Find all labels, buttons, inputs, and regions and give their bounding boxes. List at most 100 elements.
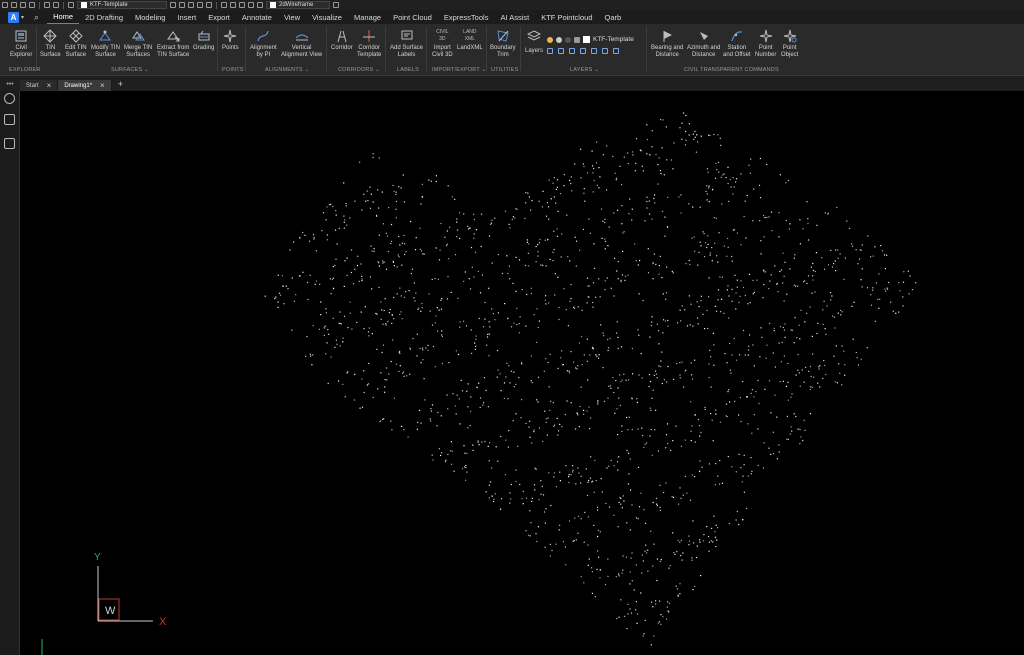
grading-button[interactable]: Grading <box>193 29 214 52</box>
structure-panel-icon[interactable] <box>4 138 15 149</box>
undo-icon[interactable] <box>44 2 50 8</box>
print-icon[interactable] <box>574 36 580 43</box>
edit-tin-surface-label: Edit TIN Surface <box>65 45 87 58</box>
open-icon[interactable] <box>11 2 17 8</box>
group-label-layers[interactable]: LAYERS ⌄ <box>570 67 599 73</box>
alignment-by-pi-button[interactable]: Alignment by PI <box>250 29 277 58</box>
extract-from-tin-surface-button[interactable]: Extract from TIN Surface <box>157 29 189 58</box>
corridor-template-label: Corridor Template <box>357 45 382 58</box>
divider <box>63 1 64 9</box>
tool-icon[interactable] <box>206 2 212 8</box>
tab-modeling[interactable]: Modeling <box>129 10 171 24</box>
save-icon[interactable] <box>20 2 26 8</box>
layer-tool-icon[interactable] <box>613 48 619 54</box>
tab-2d-drafting[interactable]: 2D Drafting <box>79 10 129 24</box>
merge-tin-surfaces-label: Merge TIN Surfaces <box>124 45 153 58</box>
landxml-button[interactable]: LAND XML LandXML <box>457 29 483 52</box>
edit-tin-surface-icon <box>69 29 83 43</box>
tool-icon[interactable] <box>179 2 185 8</box>
tab-view[interactable]: View <box>278 10 306 24</box>
drawing-canvas[interactable]: W Y X <box>21 91 1024 655</box>
visual-style-select[interactable]: 2dWireframe <box>266 1 330 9</box>
redo-icon[interactable] <box>53 2 59 8</box>
divider <box>217 27 218 71</box>
tab-expresstools[interactable]: ExpressTools <box>438 10 495 24</box>
tab-annotate[interactable]: Annotate <box>236 10 278 24</box>
layer-state-icon[interactable] <box>68 2 74 8</box>
station-and-offset-button[interactable]: Station and Offset <box>723 29 751 58</box>
modify-tin-surface-button[interactable]: Modify TIN Surface <box>91 29 120 58</box>
tab-qarb[interactable]: Qarb <box>599 10 628 24</box>
tab-insert[interactable]: Insert <box>171 10 202 24</box>
boundary-trim-label: Boundary Trim <box>490 45 516 58</box>
tab-ktf-pointcloud[interactable]: KTF Pointcloud <box>535 10 598 24</box>
view-icon[interactable] <box>257 2 263 8</box>
boundary-trim-button[interactable]: Boundary Trim <box>490 29 516 58</box>
lightbulb-icon[interactable] <box>547 36 553 43</box>
group-label-alignments[interactable]: ALIGNMENTS ⌄ <box>265 67 309 73</box>
tool-icon[interactable] <box>197 2 203 8</box>
close-icon[interactable]: × <box>100 81 105 90</box>
layer-tool-icon[interactable] <box>558 48 564 54</box>
layer-tool-icon[interactable] <box>580 48 586 54</box>
point-object-icon <box>783 29 797 43</box>
sun-icon[interactable] <box>556 36 562 43</box>
more-icon[interactable]: ••• <box>0 81 20 91</box>
layers-button[interactable]: Layers <box>525 29 543 55</box>
tab-manage[interactable]: Manage <box>348 10 387 24</box>
point-object-button[interactable]: Point Object <box>781 29 798 58</box>
corridor-button[interactable]: Corridor <box>331 29 353 52</box>
group-label-corridors[interactable]: CORRIDORS ⌄ <box>338 67 380 73</box>
layer-selector[interactable]: KTF-Template <box>547 36 634 43</box>
tool-icon[interactable] <box>188 2 194 8</box>
application-button[interactable]: A <box>8 11 19 23</box>
search-icon[interactable]: ⌕ <box>34 12 39 23</box>
layer-tool-icon[interactable] <box>602 48 608 54</box>
divider <box>486 27 487 71</box>
points-button[interactable]: Points <box>222 29 239 52</box>
points-icon <box>224 29 237 43</box>
tin-surface-button[interactable]: TIN Surface <box>40 29 61 58</box>
azimuth-and-distance-label: Azimuth and Distance <box>687 45 721 58</box>
lock-icon[interactable] <box>565 36 571 43</box>
chevron-down-icon[interactable]: ▾ <box>21 14 24 21</box>
corridor-template-button[interactable]: Corridor Template <box>357 29 381 58</box>
vertical-alignment-view-button[interactable]: Vertical Alignment View <box>281 29 322 58</box>
merge-tin-surfaces-button[interactable]: Merge TIN Surfaces <box>124 29 152 58</box>
group-label-import-export[interactable]: IMPORT/EXPORT ⌄ <box>432 67 486 73</box>
tab-point-cloud[interactable]: Point Cloud <box>387 10 438 24</box>
bearing-and-distance-button[interactable]: Bearing and Distance <box>651 29 683 58</box>
doc-tab-drawing1[interactable]: Drawing1* × <box>58 80 112 91</box>
view-icon[interactable] <box>239 2 245 8</box>
tool-icon[interactable] <box>170 2 176 8</box>
view-icon[interactable] <box>248 2 254 8</box>
doc-tab-start[interactable]: Start × <box>20 80 59 91</box>
ucs-w-label: W <box>105 605 116 617</box>
workspace-select[interactable]: KTF-Template <box>77 1 167 9</box>
properties-panel-icon[interactable] <box>4 114 15 125</box>
view-icon[interactable] <box>221 2 227 8</box>
visual-style-value: 2dWireframe <box>279 2 314 8</box>
import-civil-3d-button[interactable]: CIVIL 3D Import Civil 3D <box>432 29 453 58</box>
add-surface-labels-button[interactable]: Add Surface Labels <box>390 29 423 58</box>
civil-explorer-button[interactable]: Civil Explorer <box>10 29 32 58</box>
tab-ai-assist[interactable]: AI Assist <box>494 10 535 24</box>
azimuth-and-distance-button[interactable]: Azimuth and Distance <box>687 29 720 58</box>
layer-tool-icon[interactable] <box>547 48 553 54</box>
edit-tin-surface-button[interactable]: Edit TIN Surface <box>65 29 87 58</box>
tab-visualize[interactable]: Visualize <box>306 10 348 24</box>
layer-tool-icon[interactable] <box>569 48 575 54</box>
new-tab-icon[interactable]: + <box>112 79 129 89</box>
settings-icon[interactable] <box>333 2 339 8</box>
new-icon[interactable] <box>2 2 8 8</box>
lightbulb-icon[interactable] <box>4 93 15 104</box>
point-number-button[interactable]: Point Number <box>755 29 776 58</box>
tab-home[interactable]: Home <box>47 10 80 24</box>
tab-export[interactable]: Export <box>202 10 236 24</box>
tin-surface-icon <box>43 29 58 43</box>
group-label-surfaces[interactable]: SURFACES ⌄ <box>111 67 149 73</box>
view-icon[interactable] <box>230 2 236 8</box>
close-icon[interactable]: × <box>47 81 52 90</box>
print-icon[interactable] <box>29 2 35 8</box>
layer-tool-icon[interactable] <box>591 48 597 54</box>
